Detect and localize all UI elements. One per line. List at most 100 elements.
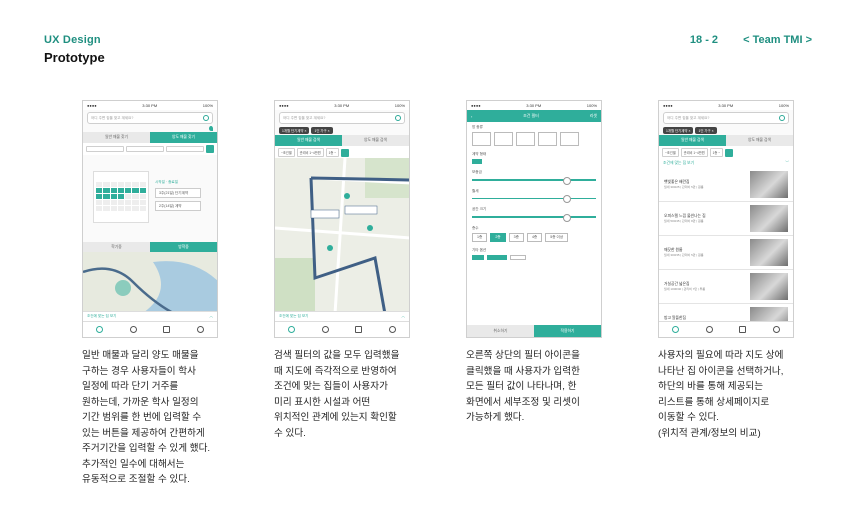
list-item[interactable]: 깨끗한 원룸 월세 300/35 | 관리비 5만 | 원룸 [659,236,793,270]
filter-footer: 취소하기 적용하기 [467,325,601,337]
page-number: 18 - 2 [689,34,719,46]
reset-button[interactable]: 리셋 [590,113,597,119]
tab-transfer[interactable]: 양도 매물 찾기 [150,132,217,143]
search-nav-icon[interactable] [288,326,296,333]
chip-single[interactable]: 1인 가구 × [695,127,717,134]
bottom-nav [659,321,793,337]
filter-type[interactable]: ~조건별 [278,148,295,157]
back-icon[interactable]: ‹ [471,114,472,119]
map-graphic [275,158,409,314]
list-header[interactable]: 조건에 맞는 집 보기 ﹀ [659,159,793,168]
area-section: 공간 크기 [467,204,601,223]
tabs: 일반 매물 찾기 양도 매물 찾기 [83,132,217,143]
list-item[interactable]: 오피스텔 느낌 물씬나는 집 월세 500/45 | 관리비 8만 | 원룸 [659,202,793,236]
chip-single[interactable]: 1인 가구 × [311,127,333,134]
bottom-nav [83,321,217,337]
cancel-button[interactable]: 취소하기 [467,325,534,337]
document-icon[interactable] [739,326,747,333]
tab-general[interactable]: 일반 매물 찾기 [83,132,150,143]
filter-chips: 1개월 단기계약 × 1인 가구 × [275,126,409,135]
rent-slider[interactable] [472,195,596,202]
chevron-down-icon: ﹀ [785,161,789,165]
search-input[interactable]: 어디 주변 집을 찾고 계세요? [663,112,789,124]
search-icon [779,115,785,121]
document-icon[interactable] [163,326,171,333]
filter-icon[interactable] [725,148,734,157]
gear-icon[interactable] [196,326,204,333]
filter-fee[interactable]: 관리비 1~4만원 [680,148,708,157]
map-view[interactable] [275,158,409,314]
listing-photo [750,205,788,232]
filter-floor[interactable]: 1층 ~ [325,148,340,157]
caption-4: 사용자의 필요에 따라 지도 상에 나타난 집 아이콘을 선택하거나, 하단의 … [658,350,784,439]
tab-general[interactable]: 일반 매물 검색 [275,135,342,146]
page-title: Prototype [44,50,105,65]
show-results-bar[interactable]: 조건에 맞는 집 보기 ︿ [275,311,409,321]
heart-icon[interactable] [129,326,137,333]
tab-transfer[interactable]: 양도 매물 검색 [726,135,793,146]
filter-chips: 1개월 단기계약 × 1인 가구 × [659,126,793,135]
bottom-nav [275,321,409,337]
listing-list: 햇빛좋은 배란집 월세 300/25 | 관리비 5만 | 원룸 오피스텔 느낌 … [659,168,793,337]
list-item[interactable]: 거실공간 넓은집 월세 1000/40 | 관리비 7만 | 투룸 [659,270,793,304]
filter-icon[interactable] [206,145,214,153]
search-input[interactable]: 어디 주변 집을 찾고 계세요? [87,112,213,124]
chip-short-term[interactable]: 1개월 단기계약 × [663,127,694,134]
search-icon [203,115,209,121]
phone-screen-list: ●●●● 3:30 PM 100% 어디 주변 집을 찾고 계세요? 1개월 단… [658,100,794,338]
location-pin-icon [209,126,213,131]
map-view[interactable] [83,252,217,313]
list-item[interactable]: 햇빛좋은 배란집 월세 300/25 | 관리비 5만 | 원룸 [659,168,793,202]
calendar-grid [94,180,148,213]
filter-type[interactable]: ~조건별 [662,148,679,157]
status-bar: ●●●● 3:30 PM 100% [83,101,217,110]
tab-vacation[interactable]: 방학중 [150,242,217,252]
heart-icon[interactable] [321,326,329,333]
preset-button-1[interactable]: 3주(21일) 단기계약 [155,188,201,198]
show-results-bar[interactable]: 조건에 맞는 집 보기 ︿ [83,311,217,321]
search-nav-icon[interactable] [672,326,680,333]
search-icon [395,115,401,121]
filter-fee[interactable]: 관리비 1~4만원 [296,148,324,157]
listing-photo [750,239,788,266]
filter-row: ~조건별 관리비 1~4만원 1층 ~ [659,146,793,159]
phone-screen-map: ●●●● 3:30 PM 100% 어디 주변 집을 찾고 계세요? 1개월 단… [274,100,410,338]
tab-transfer[interactable]: 양도 매물 검색 [342,135,409,146]
tab-semester[interactable]: 학기중 [83,242,150,252]
search-nav-icon[interactable] [96,326,104,333]
tabs: 일반 매물 검색 양도 매물 검색 [659,135,793,146]
phone-screen-calendar: ●●●● 3:30 PM 100% 어디 주변 집을 찾고 계세요? 일반 매물… [82,100,218,338]
tab-general[interactable]: 일반 매물 검색 [659,135,726,146]
area-slider[interactable] [472,214,596,221]
calendar[interactable] [93,171,149,223]
filter-icon[interactable] [341,148,350,157]
chip-short-term[interactable]: 1개월 단기계약 × [279,127,310,134]
search-input[interactable]: 어디 주변 집을 찾고 계세요? [279,112,405,124]
preset-button-2[interactable]: 2주(14일) 계약 [155,201,201,211]
listing-photo [750,171,788,198]
prototype-column-1: ●●●● 3:30 PM 100% 어디 주변 집을 찾고 계세요? 일반 매물… [82,100,218,488]
document-icon[interactable] [355,326,363,333]
status-bar: ●●●● 3:30 PM 100% [467,101,601,110]
filter-floor[interactable]: 1층 ~ [709,148,724,157]
gear-icon[interactable] [388,326,396,333]
chevron-up-icon: ︿ [401,314,405,318]
filter-title: 조건 필터 [523,113,539,118]
rent-section: 월세 [467,186,601,205]
floor-section: 층수 1층 2층 3층 4층 5층 이상 [467,223,601,245]
filter-row [83,143,217,155]
phone-screen-filter: ●●●● 3:30 PM 100% ‹ 조건 필터 리셋 방 종류 계약 형태 … [466,100,602,338]
heart-icon[interactable] [705,326,713,333]
status-bar: ●●●● 3:30 PM 100% [275,101,409,110]
caption-1: 일반 매물과 달리 양도 매물을 구하는 경우 사용자들이 학사 일정에 따라 … [82,350,211,485]
deposit-slider[interactable] [472,177,596,184]
map-graphic [83,261,217,313]
period-tabs: 학기중 방학중 [83,242,217,252]
prototype-column-3: ●●●● 3:30 PM 100% ‹ 조건 필터 리셋 방 종류 계약 형태 … [466,100,602,426]
deposit-section: 보증금 [467,167,601,186]
apply-button[interactable]: 적용하기 [534,325,601,337]
period-picker: 시작일 · 종료일 3주(21일) 단기계약 2주(14일) 계약 [155,179,201,211]
prototype-column-2: ●●●● 3:30 PM 100% 어디 주변 집을 찾고 계세요? 1개월 단… [274,100,410,441]
gear-icon[interactable] [772,326,780,333]
status-bar: ●●●● 3:30 PM 100% [659,101,793,110]
